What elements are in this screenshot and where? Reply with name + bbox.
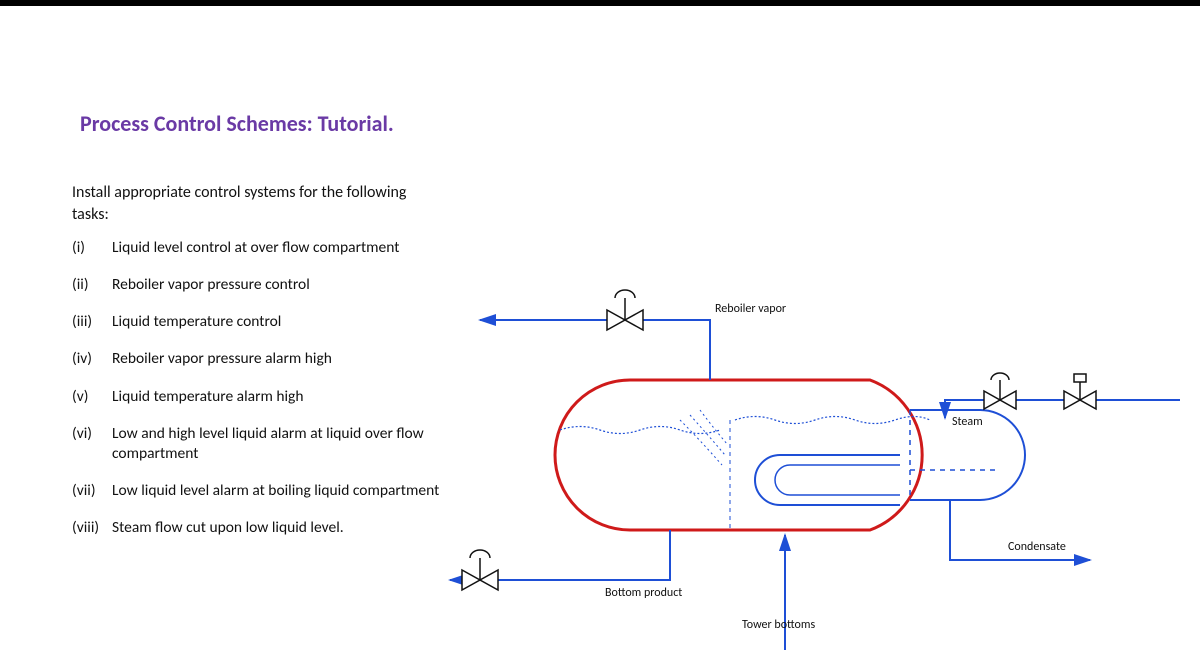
label-tower-bottoms: Tower bottoms xyxy=(742,618,815,632)
task-text: Liquid temperature alarm high xyxy=(112,387,452,407)
control-valve-icon xyxy=(984,373,1016,409)
task-item: (vi) Low and high level liquid alarm at … xyxy=(72,424,452,464)
task-text: Low liquid level alarm at boiling liquid… xyxy=(112,481,452,501)
task-number: (i) xyxy=(72,238,112,258)
label-reboiler-vapor: Reboiler vapor xyxy=(715,302,786,316)
task-number: (vii) xyxy=(72,481,112,501)
label-condensate: Condensate xyxy=(1008,540,1066,554)
task-number: (iii) xyxy=(72,312,112,332)
task-text: Steam flow cut upon low liquid level. xyxy=(112,518,452,538)
page-title: Process Control Schemes: Tutorial. xyxy=(80,110,394,137)
task-item: (ii) Reboiler vapor pressure control xyxy=(72,275,452,295)
task-number: (viii) xyxy=(72,518,112,538)
task-item: (iii) Liquid temperature control xyxy=(72,312,452,332)
task-text: Liquid level control at over flow compar… xyxy=(112,238,452,258)
task-list: (i) Liquid level control at over flow co… xyxy=(72,238,452,555)
label-bottom-product: Bottom product xyxy=(605,586,682,600)
task-text: Liquid temperature control xyxy=(112,312,452,332)
task-text: Reboiler vapor pressure control xyxy=(112,275,452,295)
label-steam: Steam xyxy=(952,415,983,429)
task-item: (iv) Reboiler vapor pressure alarm high xyxy=(72,349,452,369)
reboiler-vessel-icon xyxy=(555,380,1025,530)
task-item: (viii) Steam flow cut upon low liquid le… xyxy=(72,518,452,538)
block-valve-icon xyxy=(1064,374,1096,409)
process-diagram: Reboiler vapor Steam Condensate Bottom p… xyxy=(440,260,1200,660)
top-black-bar xyxy=(0,0,1200,6)
instructions: Install appropriate control systems for … xyxy=(72,182,432,225)
task-number: (v) xyxy=(72,387,112,407)
task-number: (iv) xyxy=(72,349,112,369)
task-item: (v) Liquid temperature alarm high xyxy=(72,387,452,407)
task-text: Reboiler vapor pressure alarm high xyxy=(112,349,452,369)
task-number: (ii) xyxy=(72,275,112,295)
control-valve-icon xyxy=(462,550,498,590)
task-number: (vi) xyxy=(72,424,112,464)
control-valve-icon xyxy=(607,290,643,330)
task-item: (i) Liquid level control at over flow co… xyxy=(72,238,452,258)
task-item: (vii) Low liquid level alarm at boiling … xyxy=(72,481,452,501)
task-text: Low and high level liquid alarm at liqui… xyxy=(112,424,452,464)
reboiler-vapor-line xyxy=(480,320,710,380)
